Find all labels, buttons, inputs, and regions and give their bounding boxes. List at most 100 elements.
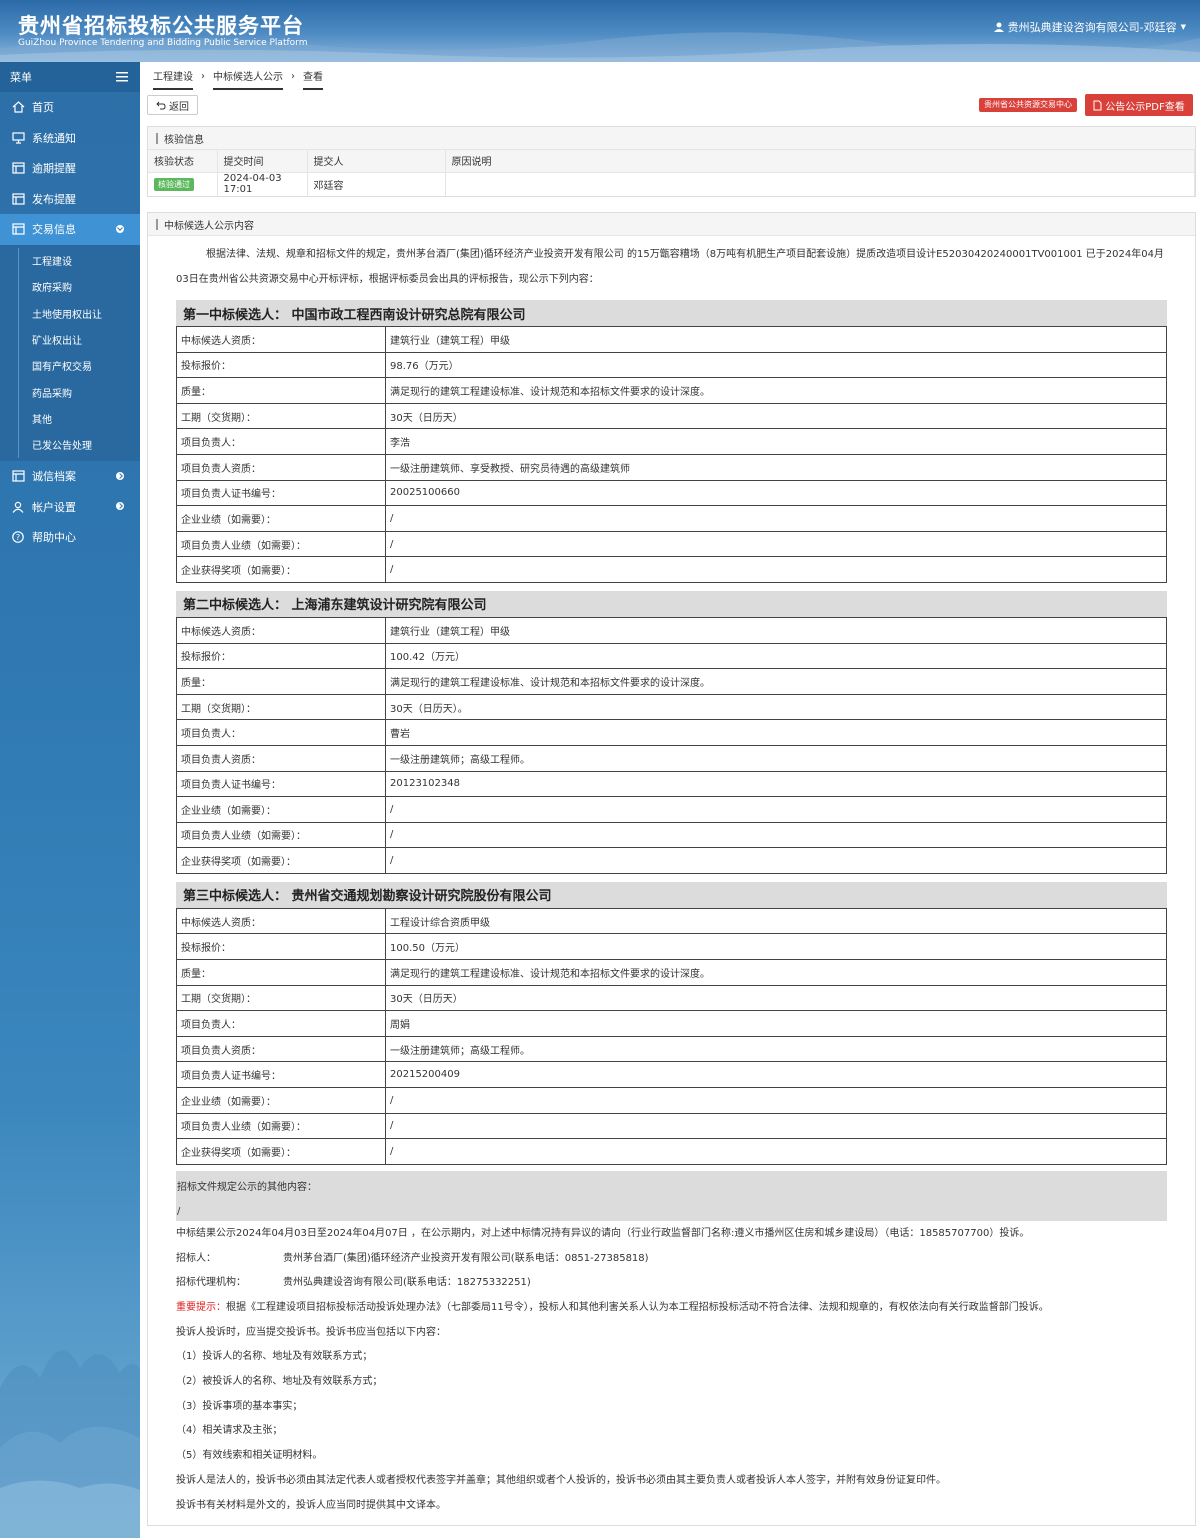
field-label: 项目负责人证书编号： [176, 479, 386, 507]
submenu-item-drug[interactable]: 药品采购 [0, 378, 140, 406]
sidebar: 菜单 首页 系统通知 逾期提醒 发布提醒 交易信息 工程建设 政府采购 土地使用… [0, 62, 140, 1538]
verify-panel: 核验信息 核验状态 提交时间 提交人 原因说明 核验通过 2024-04-03 … [147, 126, 1196, 197]
table-row: 项目负责人资质： 一级注册建筑师、享受教授、研究员待遇的高级建筑师 [176, 453, 1167, 481]
field-value: / [385, 821, 1167, 849]
candidates-list: 第一中标候选人： 中国市政工程西南设计研究总院有限公司 中标候选人资质： 建筑行业（… [176, 300, 1167, 1165]
field-value: 30天（日历天） [385, 984, 1167, 1012]
time-cell: 2024-04-03 17:01 [217, 172, 308, 196]
breadcrumb-view: 查看 [303, 68, 323, 90]
submitter-cell: 邓廷容 [307, 172, 446, 196]
candidate-title: 第一中标候选人： 中国市政工程西南设计研究总院有限公司 [176, 300, 1167, 326]
submenu-item-engineering[interactable]: 工程建设 [0, 247, 140, 275]
table-row: 中标候选人资质： 建筑行业（建筑工程）甲级 [176, 616, 1167, 644]
file-pdf-icon [1093, 100, 1102, 110]
field-value: 20215200409 [385, 1061, 1167, 1089]
pdf-view-button[interactable]: 公告公示PDF查看 [1085, 94, 1193, 116]
table-row: 企业获得奖项（如需要）： / [176, 556, 1167, 583]
sidebar-item-trade-info[interactable]: 交易信息 [0, 214, 140, 245]
chevron-right-icon [116, 471, 124, 480]
field-value: 满足现行的建筑工程建设标准、设计规范和本招标文件要求的设计深度。 [385, 959, 1167, 986]
table-row: 项目负责人业绩（如需要）： / [176, 1112, 1167, 1140]
sidebar-item-account[interactable]: 帐户设置 [0, 491, 140, 522]
table-row: 项目负责人业绩（如需要）： / [176, 821, 1167, 849]
intro-paragraph: 根据法律、法规、规章和招标文件的规定，贵州茅台酒厂(集团)循环经济产业投资开发有… [176, 249, 1164, 285]
complaint-note: 投诉人是法人的，投诉书必须由其法定代表人或者授权代表签字并盖章；其他组织或者个人… [176, 1474, 946, 1486]
complaint-note: 投诉书有关材料是外文的，投诉人应当同时提供其中文译本。 [176, 1499, 446, 1511]
breadcrumb-engineering[interactable]: 工程建设 [153, 68, 193, 90]
field-label: 企业获得奖项（如需要）： [176, 556, 386, 583]
sidebar-item-label: 系统通知 [32, 131, 76, 145]
platform-subtitle: GuiZhou Province Tendering and Bidding P… [18, 38, 308, 48]
menu-toggle-icon[interactable] [116, 72, 128, 82]
field-value: / [385, 505, 1167, 532]
sidebar-item-home[interactable]: 首页 [0, 92, 140, 123]
submenu-item-land[interactable]: 土地使用权出让 [0, 300, 140, 327]
agent-label: 招标代理机构： [176, 1277, 246, 1289]
field-label: 项目负责人资质： [176, 453, 386, 481]
complaint-note: 投诉人投诉时，应当提交投诉书。投诉书应当包括以下内容： [176, 1326, 446, 1338]
complaint-note: （2）被投诉人的名称、地址及有效联系方式； [176, 1376, 383, 1388]
undo-icon [156, 101, 166, 109]
field-label: 项目负责人业绩（如需要）： [176, 1112, 386, 1140]
other-content-value: / [177, 1205, 181, 1217]
other-content-title: 招标文件规定公示的其他内容： [177, 1181, 317, 1193]
verify-table: 核验状态 提交时间 提交人 原因说明 核验通过 2024-04-03 17:01… [148, 150, 1195, 196]
complaint-note: （5）有效线索和相关证明材料。 [176, 1450, 323, 1462]
chevron-right-icon [116, 502, 124, 511]
menu-header: 菜单 [0, 62, 140, 92]
sidebar-item-overdue[interactable]: 逾期提醒 [0, 153, 140, 184]
sidebar-item-label: 诚信档案 [32, 470, 76, 484]
field-label: 项目负责人资质： [176, 1035, 386, 1063]
submenu-item-published[interactable]: 已发公告处理 [0, 431, 140, 459]
breadcrumb-candidates[interactable]: 中标候选人公示 [213, 68, 283, 90]
column-header: 提交时间 [217, 150, 308, 173]
user-icon [993, 22, 1004, 32]
field-label: 企业获得奖项（如需要）： [176, 847, 386, 874]
field-label: 质量： [176, 377, 386, 404]
field-value: / [385, 556, 1167, 583]
candidate-table: 中标候选人资质： 工程设计综合资质甲级 投标报价： 100.50（万元） 质量： 满足现行… [176, 907, 1167, 1165]
candidate-table: 中标候选人资质： 建筑行业（建筑工程）甲级 投标报价： 100.42（万元） 质量： 满足… [176, 616, 1167, 874]
chevron-down-icon [116, 225, 124, 233]
caret-down-icon: ▼ [1180, 23, 1186, 31]
submenu-item-procurement[interactable]: 政府采购 [0, 273, 140, 301]
content-panel-title: 中标候选人公示内容 [148, 213, 1195, 236]
field-value: 一级注册建筑师；高级工程师。 [385, 744, 1167, 772]
table-row: 质量： 满足现行的建筑工程建设标准、设计规范和本招标文件要求的设计深度。 [176, 377, 1167, 404]
menu-label: 菜单 [10, 71, 32, 84]
field-value: / [385, 1112, 1167, 1140]
complaint-note: （3）投诉事项的基本事实； [176, 1400, 303, 1412]
sidebar-item-notices[interactable]: 系统通知 [0, 123, 140, 154]
field-label: 工期（交货期）： [176, 984, 386, 1012]
other-content-box: 招标文件规定公示的其他内容： / [176, 1170, 1167, 1221]
field-label: 企业业绩（如需要）： [176, 796, 386, 823]
sidebar-item-label: 帮助中心 [32, 531, 76, 545]
sidebar-item-credit[interactable]: 诚信档案 [0, 461, 140, 492]
sidebar-item-help[interactable]: ? 帮助中心 [0, 522, 140, 553]
table-row: 核验通过 2024-04-03 17:01 邓廷容 [148, 172, 1195, 196]
field-label: 企业业绩（如需要）： [176, 505, 386, 532]
field-value: 曹岩 [385, 719, 1167, 746]
submenu-item-other[interactable]: 其他 [0, 405, 140, 432]
field-label: 中标候选人资质： [176, 326, 386, 353]
candidate-title: 第三中标候选人： 贵州省交通规划勘察设计研究院股份有限公司 [176, 881, 1167, 908]
trading-center-tag: 贵州省公共资源交易中心 [979, 98, 1077, 112]
field-value: 20025100660 [385, 479, 1167, 507]
status-cell: 核验通过 [148, 172, 218, 196]
table-row: 工期（交货期）： 30天（日历天） [176, 984, 1167, 1012]
field-label: 工期（交货期）： [176, 693, 386, 721]
back-label: 返回 [169, 101, 189, 113]
submenu-item-mining[interactable]: 矿业权出让 [0, 326, 140, 353]
table-row: 项目负责人证书编号： 20025100660 [176, 479, 1167, 507]
back-button[interactable]: 返回 [147, 95, 198, 115]
platform-title: 贵州省招标投标公共服务平台 [18, 14, 304, 38]
svg-text:?: ? [16, 533, 20, 542]
field-value: 李浩 [385, 428, 1167, 455]
sidebar-item-publish[interactable]: 发布提醒 [0, 184, 140, 215]
field-value: / [385, 1087, 1167, 1114]
field-value: 100.50（万元） [385, 933, 1167, 961]
field-value: 20123102348 [385, 770, 1167, 798]
user-menu[interactable]: 贵州弘典建设咨询有限公司-邓廷容 ▼ [993, 19, 1186, 35]
field-label: 项目负责人资质： [176, 744, 386, 772]
submenu-item-state-property[interactable]: 国有产权交易 [0, 352, 140, 380]
